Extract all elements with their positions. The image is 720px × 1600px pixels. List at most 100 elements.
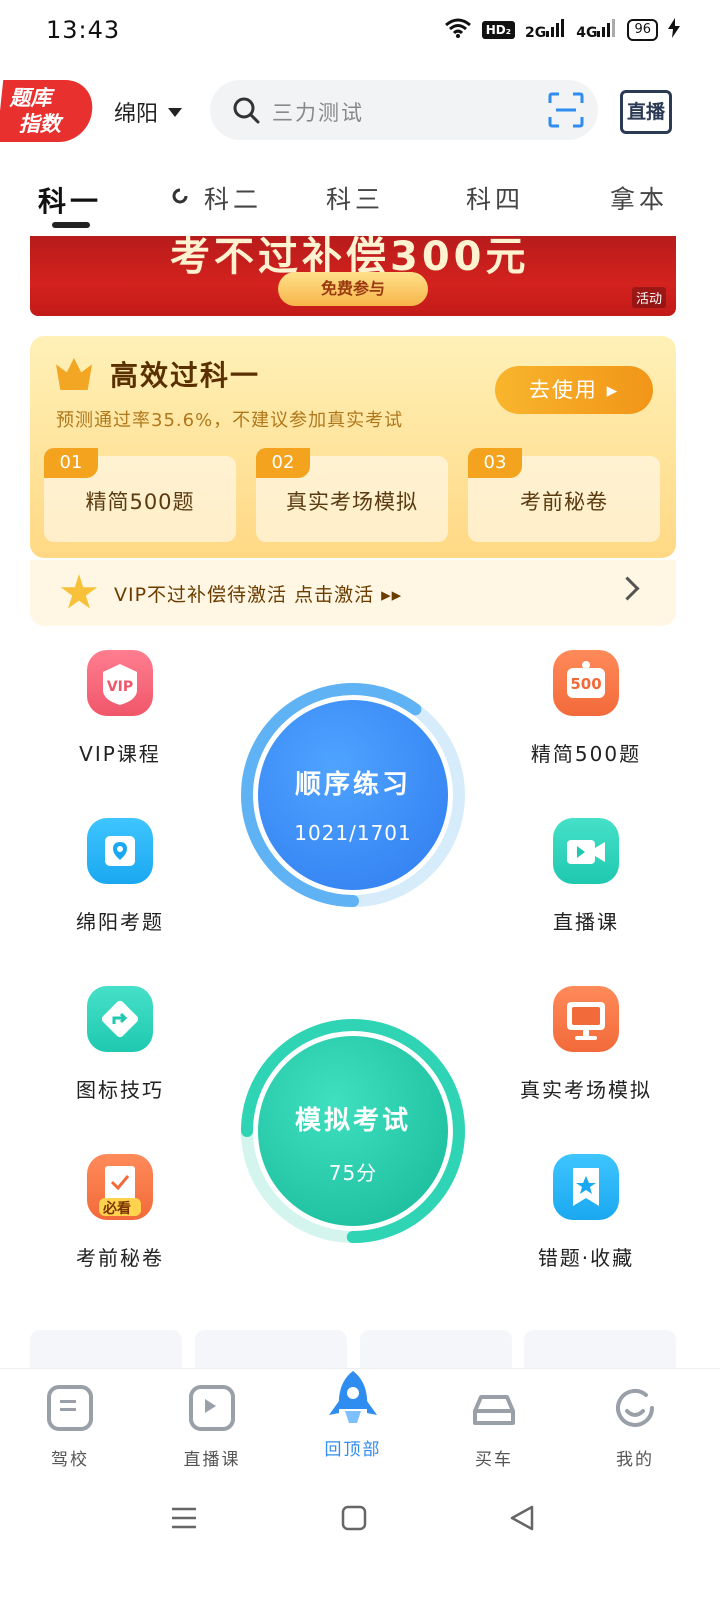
tab-label: 驾校	[51, 1450, 89, 1470]
city-selector[interactable]: 绵阳	[114, 96, 183, 128]
grid-item-label: 绵阳考题	[76, 910, 164, 934]
feature-number: 02	[256, 448, 310, 478]
search-icon	[232, 96, 260, 128]
menu-icon[interactable]	[170, 1504, 198, 1544]
tab-buy-car[interactable]: 买车	[434, 1385, 554, 1470]
banner-join-button[interactable]: 免费参与	[278, 272, 428, 306]
charging-icon	[668, 18, 680, 42]
practice-title: 顺序练习	[294, 770, 411, 800]
grid-item-label: 错题·收藏	[537, 1246, 635, 1270]
rocket-icon	[323, 1369, 383, 1433]
grid-item-wrong-and-favorites[interactable]: 错题·收藏	[511, 1154, 661, 1271]
logo-line-2: 指数	[18, 112, 61, 136]
bottom-tab-bar: 驾校 直播课 回顶部 买车 我的	[0, 1368, 720, 1489]
grid-item-label: 真实考场模拟	[520, 1078, 652, 1102]
mock-exam-score: 75分	[328, 1161, 378, 1185]
use-now-button[interactable]: 去使用 ▸	[495, 366, 653, 414]
content-card[interactable]	[524, 1330, 676, 1370]
home-icon[interactable]	[340, 1504, 368, 1544]
crown-icon	[56, 358, 92, 390]
tab-subject-2[interactable]: 科二	[204, 180, 262, 216]
tab-label: 回顶部	[324, 1440, 382, 1460]
tab-subject-1[interactable]: 科一	[38, 180, 102, 220]
feature-label: 精简500题	[85, 490, 195, 514]
vip-card: 高效过科一 预测通过率35.6%，不建议参加真实考试 去使用 ▸ 01 精简50…	[30, 336, 676, 558]
grid-item-label: 精简500题	[530, 742, 642, 766]
status-bar: 13:43 HD₂ 2G 4G 96	[0, 0, 720, 62]
wifi-icon	[444, 18, 472, 42]
vip-card-subtitle: 预测通过率35.6%，不建议参加真实考试	[56, 410, 404, 431]
practice-circle: 顺序练习 1021/1701	[258, 700, 448, 890]
exam-paper-icon: 必看	[87, 1154, 153, 1220]
star-mascot-icon	[60, 574, 98, 609]
chevron-right-icon	[615, 576, 640, 601]
banner-tag: 活动	[631, 287, 666, 308]
mock-exam-button[interactable]: 模拟考试 75分	[240, 1018, 466, 1244]
signal-2g-icon: 2G	[525, 19, 566, 41]
grid-item-real-exam-sim[interactable]: 真实考场模拟	[511, 986, 661, 1103]
loading-icon	[172, 188, 188, 208]
status-icons: HD₂ 2G 4G 96	[444, 18, 680, 42]
tab-label: 我的	[616, 1450, 654, 1470]
practice-progress: 1021/1701	[294, 821, 412, 845]
content-card[interactable]	[360, 1330, 512, 1370]
question-bank-index-logo[interactable]: 题库 指数	[0, 80, 96, 142]
active-tab-indicator	[52, 222, 90, 228]
tab-subject-3[interactable]: 科三	[326, 180, 384, 216]
tab-label: 买车	[475, 1450, 513, 1470]
grid-item-label: 考前秘卷	[76, 1246, 164, 1270]
grid-item-500-questions[interactable]: 500 精简500题	[511, 650, 661, 767]
tv-icon	[189, 1385, 235, 1431]
car-icon	[471, 1385, 517, 1431]
search-bar[interactable]: 三力测试	[210, 80, 598, 140]
feature-number: 01	[44, 448, 98, 478]
video-icon	[553, 818, 619, 884]
grid-item-live-course[interactable]: 直播课	[511, 818, 661, 935]
city-label: 绵阳	[114, 102, 159, 127]
grid-item-label: 图标技巧	[76, 1078, 164, 1102]
live-stream-button[interactable]: 直播	[620, 90, 672, 134]
feature-card[interactable]: 03 考前秘卷	[468, 448, 660, 542]
tab-subject-4[interactable]: 科四	[466, 180, 524, 216]
profile-icon	[612, 1385, 658, 1431]
bookmark-star-icon	[553, 1154, 619, 1220]
tab-get-license[interactable]: 拿本	[610, 180, 668, 216]
vip-icon: VIP	[87, 650, 153, 716]
grid-item-label: 直播课	[553, 910, 619, 934]
tab-driving-school[interactable]: 驾校	[10, 1385, 130, 1470]
feature-label: 真实考场模拟	[286, 490, 418, 514]
grid-item-local-questions[interactable]: 绵阳考题	[45, 818, 195, 935]
mock-exam-title: 模拟考试	[294, 1106, 411, 1136]
feature-number: 03	[468, 448, 522, 478]
content-card[interactable]	[30, 1330, 182, 1370]
promo-banner[interactable]: 考不过补偿300元 免费参与 活动	[30, 236, 676, 316]
feature-card[interactable]: 01 精简500题	[44, 448, 236, 542]
feature-label: 考前秘卷	[520, 490, 608, 514]
back-icon[interactable]	[508, 1504, 536, 1544]
tab-live-course[interactable]: 直播课	[152, 1385, 272, 1470]
grid-item-secret-paper[interactable]: 必看 考前秘卷	[45, 1154, 195, 1271]
500-icon: 500	[553, 650, 619, 716]
grid-item-vip-course[interactable]: VIP VIP课程	[45, 650, 195, 767]
search-placeholder: 三力测试	[272, 101, 364, 125]
tab-profile[interactable]: 我的	[575, 1385, 695, 1470]
tab-back-to-top[interactable]: 回顶部	[293, 1369, 413, 1460]
battery-icon: 96	[627, 19, 658, 41]
hd-voice-icon: HD₂	[481, 21, 515, 39]
vip-activate-bar[interactable]: VIP不过补偿待激活 点击激活 ▸▸	[30, 560, 676, 626]
status-time: 13:43	[46, 16, 121, 44]
content-card[interactable]	[195, 1330, 347, 1370]
net-type-1: 2G	[524, 25, 547, 41]
svg-text:VIP: VIP	[107, 679, 133, 695]
net-type-2: 4G	[576, 25, 598, 41]
sequential-practice-button[interactable]: 顺序练习 1021/1701	[240, 682, 466, 908]
vip-activate-text: VIP不过补偿待激活 点击激活 ▸▸	[114, 584, 403, 606]
must-see-badge: 必看	[103, 1201, 131, 1217]
feature-card[interactable]: 02 真实考场模拟	[256, 448, 448, 542]
direction-sign-icon	[87, 986, 153, 1052]
chevron-down-icon	[168, 107, 183, 117]
scan-icon[interactable]	[548, 92, 584, 132]
grid-item-sign-tips[interactable]: 图标技巧	[45, 986, 195, 1103]
mock-exam-circle: 模拟考试 75分	[258, 1036, 448, 1226]
monitor-icon	[553, 986, 619, 1052]
